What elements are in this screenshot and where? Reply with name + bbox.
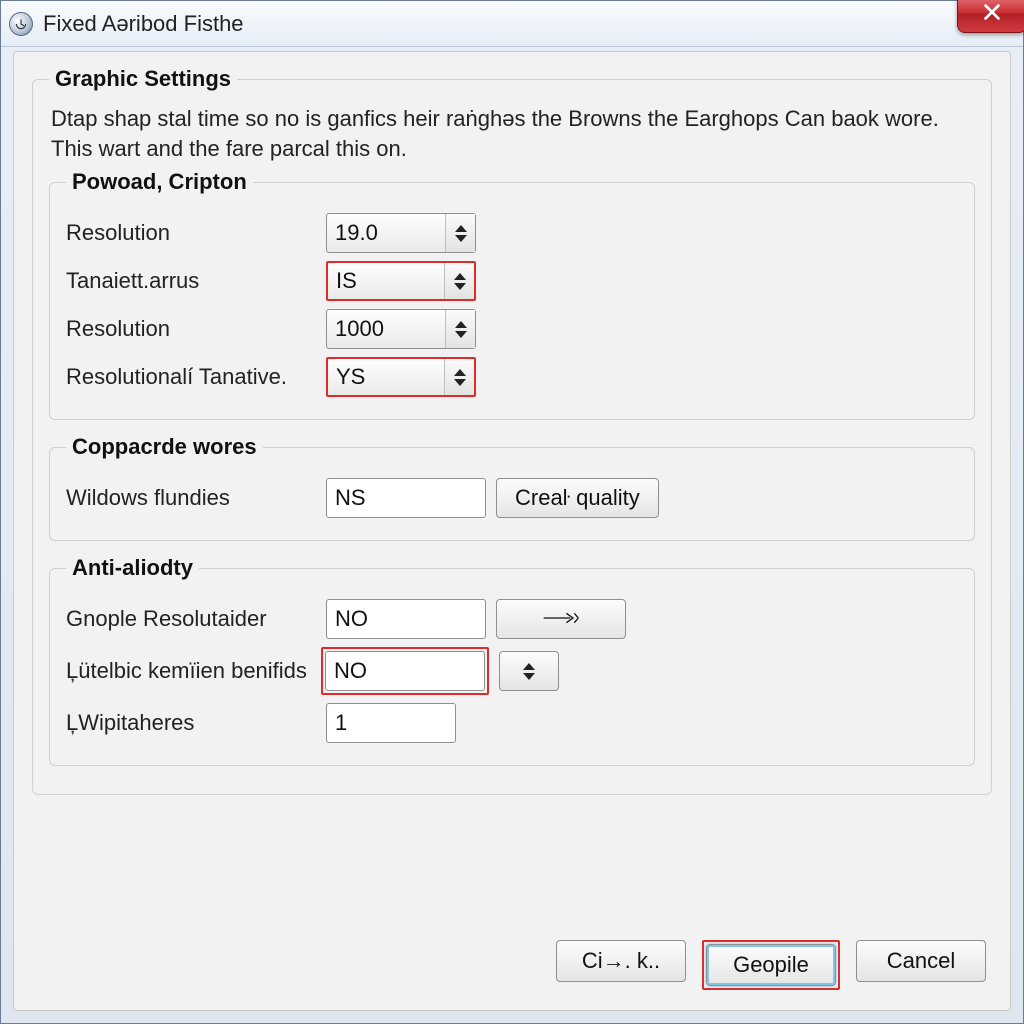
geopile-button[interactable]: Geopile bbox=[706, 944, 836, 986]
wildows-flundies-input[interactable]: NS bbox=[326, 478, 486, 518]
cancel-button[interactable]: Cancel bbox=[856, 940, 986, 982]
lwipitaheres-input[interactable]: 1 bbox=[326, 703, 456, 743]
window-title: Fixed Aəribod Fisthe bbox=[43, 11, 244, 37]
spinner-arrows-icon bbox=[444, 263, 474, 299]
resolution-1-value: 19.0 bbox=[327, 220, 445, 246]
group-legend-coppacrde: Coppacrde wores bbox=[66, 434, 263, 460]
group-legend-powoad: Powoad, Cripton bbox=[66, 169, 253, 195]
graphic-description: Dtap shap stal time so no is ganfics hei… bbox=[49, 102, 975, 169]
geopile-button-label: Geopile bbox=[733, 952, 809, 978]
label-lwipitaheres: ĻWipitaheres bbox=[66, 710, 316, 736]
label-resolution-2: Resolution bbox=[66, 316, 316, 342]
row-lutelbic: Ļütelbic kemïien benifids NO bbox=[66, 647, 958, 695]
footer-buttons: Ci→. k.. Geopile Cancel bbox=[556, 940, 986, 990]
gnople-input[interactable]: NO bbox=[326, 599, 486, 639]
dialog-window: Fixed Aəribod Fisthe Graphic Settings Dt… bbox=[0, 0, 1024, 1024]
lutelbic-input[interactable]: NO bbox=[325, 651, 485, 691]
lutelbic-highlight: NO bbox=[321, 647, 489, 695]
arrow-right-icon bbox=[541, 606, 581, 632]
ci-button[interactable]: Ci→. k.. bbox=[556, 940, 686, 982]
tanaiet-spinner[interactable]: IS bbox=[326, 261, 476, 301]
group-legend-graphic: Graphic Settings bbox=[49, 66, 237, 92]
row-resolution-tanative: Resolutionalí Tanative. YS bbox=[66, 357, 958, 397]
lutelbic-value: NO bbox=[326, 658, 484, 684]
resolution-2-spinner[interactable]: 1000 bbox=[326, 309, 476, 349]
creal-quality-button[interactable]: Creaŀ quality bbox=[496, 478, 659, 518]
label-resolution-tanative: Resolutionalí Tanative. bbox=[66, 364, 316, 390]
row-tanaiet: Tanaiett.arrus IS bbox=[66, 261, 958, 301]
label-wildows-flundies: Wildows flundies bbox=[66, 485, 316, 511]
gnople-arrow-button[interactable] bbox=[496, 599, 626, 639]
label-gnople: Gnople Resolutaider bbox=[66, 606, 316, 632]
app-icon bbox=[9, 12, 33, 36]
spinner-arrows-icon bbox=[445, 310, 475, 348]
spinner-arrows-icon bbox=[444, 359, 474, 395]
row-wildows-flundies: Wildows flundies NS Creaŀ quality bbox=[66, 478, 958, 518]
lwipitaheres-value: 1 bbox=[327, 710, 455, 736]
close-icon bbox=[981, 1, 1003, 29]
label-resolution-1: Resolution bbox=[66, 220, 316, 246]
gnople-value: NO bbox=[327, 606, 485, 632]
label-tanaiet: Tanaiett.arrus bbox=[66, 268, 316, 294]
group-anti-aliodty: Anti-aliodty Gnople Resolutaider NO Ļüte… bbox=[49, 555, 975, 766]
close-button[interactable] bbox=[957, 0, 1024, 33]
group-graphic-settings: Graphic Settings Dtap shap stal time so … bbox=[32, 66, 992, 795]
client-area: Graphic Settings Dtap shap stal time so … bbox=[13, 51, 1011, 1011]
geopile-highlight: Geopile bbox=[702, 940, 840, 990]
resolution-tanative-spinner[interactable]: YS bbox=[326, 357, 476, 397]
ci-button-label: Ci→. k.. bbox=[582, 948, 660, 974]
titlebar: Fixed Aəribod Fisthe bbox=[1, 1, 1023, 47]
group-coppacrde: Coppacrde wores Wildows flundies NS Crea… bbox=[49, 434, 975, 541]
row-lwipitaheres: ĻWipitaheres 1 bbox=[66, 703, 958, 743]
resolution-1-spinner[interactable]: 19.0 bbox=[326, 213, 476, 253]
creal-quality-label: Creaŀ quality bbox=[515, 485, 640, 511]
spinner-arrows-icon bbox=[523, 663, 535, 680]
row-resolution-1: Resolution 19.0 bbox=[66, 213, 958, 253]
row-gnople: Gnople Resolutaider NO bbox=[66, 599, 958, 639]
resolution-2-value: 1000 bbox=[327, 316, 445, 342]
lutelbic-spinner-button[interactable] bbox=[499, 651, 559, 691]
tanaiet-value: IS bbox=[328, 268, 444, 294]
wildows-flundies-value: NS bbox=[327, 485, 485, 511]
spinner-arrows-icon bbox=[445, 214, 475, 252]
group-powoad: Powoad, Cripton Resolution 19.0 Tanaiett… bbox=[49, 169, 975, 420]
cancel-button-label: Cancel bbox=[887, 948, 955, 974]
group-legend-anti: Anti-aliodty bbox=[66, 555, 199, 581]
resolution-tanative-value: YS bbox=[328, 364, 444, 390]
label-lutelbic: Ļütelbic kemïien benifids bbox=[66, 658, 311, 684]
row-resolution-2: Resolution 1000 bbox=[66, 309, 958, 349]
